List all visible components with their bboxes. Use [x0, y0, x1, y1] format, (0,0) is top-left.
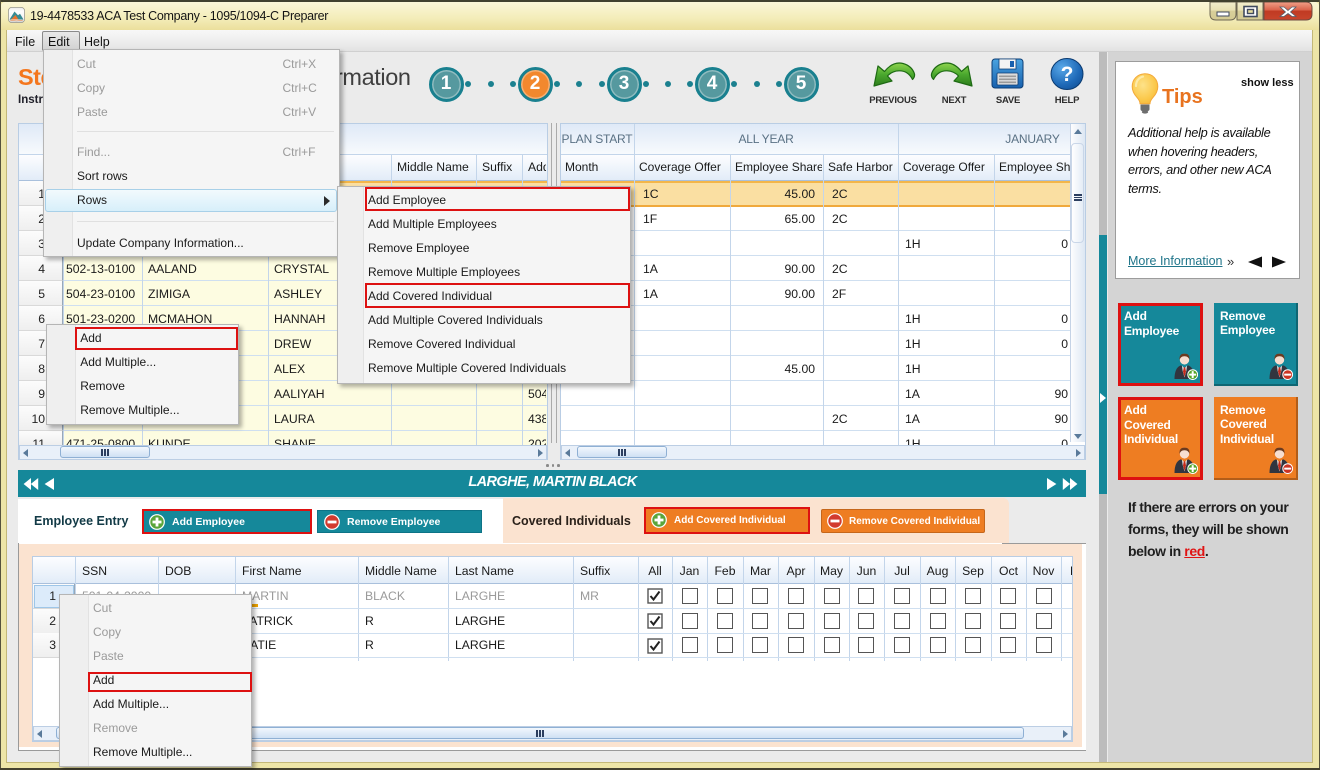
svg-text:?: ? — [1061, 63, 1074, 86]
